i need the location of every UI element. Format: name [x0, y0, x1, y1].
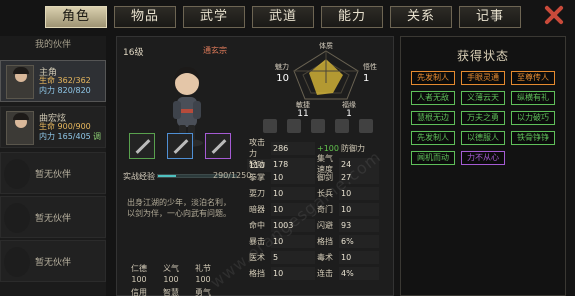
radar-bl-value: 11 — [297, 109, 308, 117]
status-badge[interactable]: 至尊传人 — [511, 71, 555, 85]
status-badge[interactable]: 纵横有礼 — [511, 91, 555, 105]
status-badge[interactable]: 先发制人 — [411, 71, 455, 85]
top-tabs: 角色 物品 武学 武道 能力 关系 记事 — [45, 6, 521, 30]
status-badge[interactable]: 以德服人 — [461, 131, 505, 145]
stat-value: 5 — [271, 250, 315, 264]
party-member[interactable]: 曲宏炫 生命 900/900 内力 165/405 调 — [0, 106, 106, 148]
tab-items[interactable]: 物品 — [114, 6, 176, 28]
status-badge[interactable]: 铁骨铮铮 — [511, 131, 555, 145]
virtue-value: 100 — [131, 275, 147, 284]
virtues: 仁德 义气 礼节 100 100 100 信用 智慧 勇气 — [123, 263, 219, 296]
tab-path[interactable]: 武道 — [252, 6, 314, 28]
radar-bl-label: 敏捷 — [296, 100, 310, 109]
stat-value: 6% — [339, 234, 379, 248]
skill-slot[interactable] — [311, 119, 325, 133]
member-tag: 调 — [93, 132, 101, 141]
status-badge[interactable]: 慧根无边 — [411, 111, 455, 125]
stat-value: 93 — [339, 218, 379, 232]
status-title: 获得状态 — [456, 49, 509, 63]
radar-right-label: 悟性 — [363, 62, 377, 71]
stat-bonus: +100 — [317, 143, 339, 153]
skill-slot[interactable] — [335, 119, 349, 133]
status-badge[interactable]: 万夫之勇 — [461, 111, 505, 125]
tab-ability[interactable]: 能力 — [321, 6, 383, 28]
empty-slot[interactable]: 暂无伙伴 — [0, 196, 106, 238]
virtue-label: 信用 — [131, 288, 147, 296]
party-list-header: 我的伙伴 — [34, 40, 71, 50]
stat-label: 拳掌 — [249, 172, 265, 182]
radar-left-label: 魅力 — [275, 62, 289, 71]
party-list: 我的伙伴 主角 生命 362/362 内力 820/820 曲宏炫 生命 900… — [0, 36, 106, 296]
exp-value: 290/1250 — [213, 171, 252, 180]
character-description: 出身江湖的少年，淡泊名利，以剑为伴，一心向武有问题。 — [127, 198, 231, 218]
party-member[interactable]: 主角 生命 362/362 内力 820/820 — [0, 60, 106, 102]
stat-value: 178 — [271, 157, 315, 171]
empty-slot[interactable]: 暂无伙伴 — [0, 152, 106, 194]
status-badge[interactable]: 手眼灵通 — [461, 71, 505, 85]
skill-slot[interactable] — [263, 119, 277, 133]
character-screen: 角色 物品 武学 武道 能力 关系 记事 我的伙伴 主角 生命 362/362 … — [0, 0, 575, 296]
stat-row: 攻击力 286 +100 防御力 110 — [247, 137, 387, 172]
attribute-radar: 体质 魅力 悟性 10 1 敏捷 福缘 11 1 — [275, 41, 377, 117]
exp-label: 实战经验 — [123, 172, 155, 181]
stat-value: 10 — [339, 250, 379, 264]
empty-slot-label: 暂无伙伴 — [34, 170, 71, 180]
status-badge[interactable]: 以力破巧 — [511, 111, 555, 125]
realm: 通玄宗 — [203, 46, 227, 55]
member-mp: 内力 165/405 — [39, 132, 91, 141]
skill-slots — [263, 119, 373, 133]
weapon-slot-icon[interactable] — [129, 133, 155, 159]
stat-label: 格挡 — [317, 236, 333, 246]
close-icon[interactable] — [543, 4, 565, 26]
radar-right-value: 1 — [363, 73, 369, 84]
stat-label: 连击 — [317, 268, 333, 278]
stat-label: 轻功 — [249, 159, 265, 169]
empty-slot-label: 暂无伙伴 — [34, 214, 71, 224]
status-badge[interactable]: 闻机而动 — [411, 151, 455, 165]
stat-value: 286 — [271, 141, 315, 155]
stat-row: 格挡 10 连击 4% — [247, 265, 387, 281]
status-badge[interactable]: 力不从心 — [461, 151, 505, 165]
status-badge[interactable]: 先发制人 — [411, 131, 455, 145]
avatar — [6, 65, 34, 99]
virtue-value: 100 — [163, 275, 179, 284]
stat-value: 10 — [271, 170, 315, 184]
stat-value: 10 — [339, 202, 379, 216]
tab-martial[interactable]: 武学 — [183, 6, 245, 28]
status-badges: 先发制人 手眼灵通 至尊传人 人者无敌 义薄云天 纵横有礼 慧根无边 万夫之勇 以力破巧 先发制人… — [411, 71, 561, 165]
empty-slot[interactable]: 暂无伙伴 — [0, 240, 106, 282]
radar-top-label: 体质 — [319, 41, 333, 50]
member-mp: 内力 820/820 — [39, 86, 91, 95]
armor-slot-icon[interactable] — [167, 133, 193, 159]
virtue-label: 义气 — [163, 264, 179, 273]
stat-label: 暗器 — [249, 204, 265, 214]
stat-label: 毒术 — [317, 252, 333, 262]
level: 16级 — [123, 48, 144, 58]
avatar — [6, 111, 34, 145]
empty-slot-label: 暂无伙伴 — [34, 258, 71, 268]
tab-relations[interactable]: 关系 — [390, 6, 452, 28]
stat-label: 格挡 — [249, 268, 265, 278]
stat-value: 4% — [339, 266, 379, 280]
virtue-label: 智慧 — [163, 288, 179, 296]
radar-br-label: 福缘 — [342, 100, 356, 109]
virtue-label: 勇气 — [195, 288, 211, 296]
status-badge[interactable]: 义薄云天 — [461, 91, 505, 105]
tab-journal[interactable]: 记事 — [459, 6, 521, 28]
stat-value: 10 — [271, 266, 315, 280]
skill-slot[interactable] — [359, 119, 373, 133]
stat-label: 耍刀 — [249, 188, 265, 198]
accessory-slot-icon[interactable] — [205, 133, 231, 159]
skill-slot[interactable] — [287, 119, 301, 133]
stat-label: 闪避 — [317, 220, 333, 230]
radar-br-value: 1 — [346, 109, 352, 117]
status-badge[interactable]: 人者无敌 — [411, 91, 455, 105]
radar-left-value: 10 — [276, 73, 289, 84]
tab-character[interactable]: 角色 — [45, 6, 107, 28]
virtue-label: 仁德 — [131, 264, 147, 273]
status-panel: 获得状态 先发制人 手眼灵通 至尊传人 人者无敌 义薄云天 纵横有礼 慧根无边 万夫之勇 以力破… — [400, 36, 566, 296]
stat-label: 攻击力 — [249, 138, 265, 158]
